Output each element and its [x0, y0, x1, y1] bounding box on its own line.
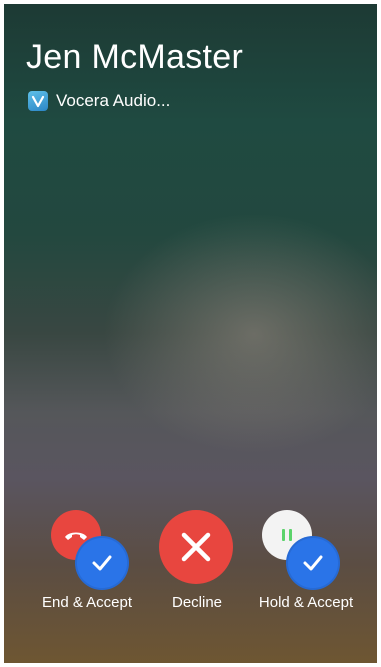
checkmark-icon	[92, 555, 112, 571]
pause-icon	[282, 529, 292, 541]
accept-circle	[75, 536, 129, 590]
checkmark-icon	[303, 555, 323, 571]
accept-circle	[286, 536, 340, 590]
hold-and-accept-label: Hold & Accept	[258, 594, 354, 611]
decline-button[interactable]: Decline	[137, 510, 257, 620]
caller-name: Jen McMaster	[26, 38, 244, 76]
vocera-app-icon	[28, 91, 48, 111]
phone-hangup-icon	[65, 532, 87, 540]
x-icon	[181, 532, 211, 562]
hold-and-accept-button[interactable]: Hold & Accept	[246, 510, 366, 620]
decline-label: Decline	[171, 594, 223, 611]
end-and-accept-label: End & Accept	[41, 594, 133, 611]
app-source-row: Vocera Audio...	[28, 90, 170, 112]
decline-circle	[159, 510, 233, 584]
app-name: Vocera Audio...	[56, 91, 171, 110]
end-and-accept-button[interactable]: End & Accept	[27, 510, 147, 620]
incoming-call-screen: Jen McMaster Vocera Audio... End & Accep…	[4, 4, 377, 663]
